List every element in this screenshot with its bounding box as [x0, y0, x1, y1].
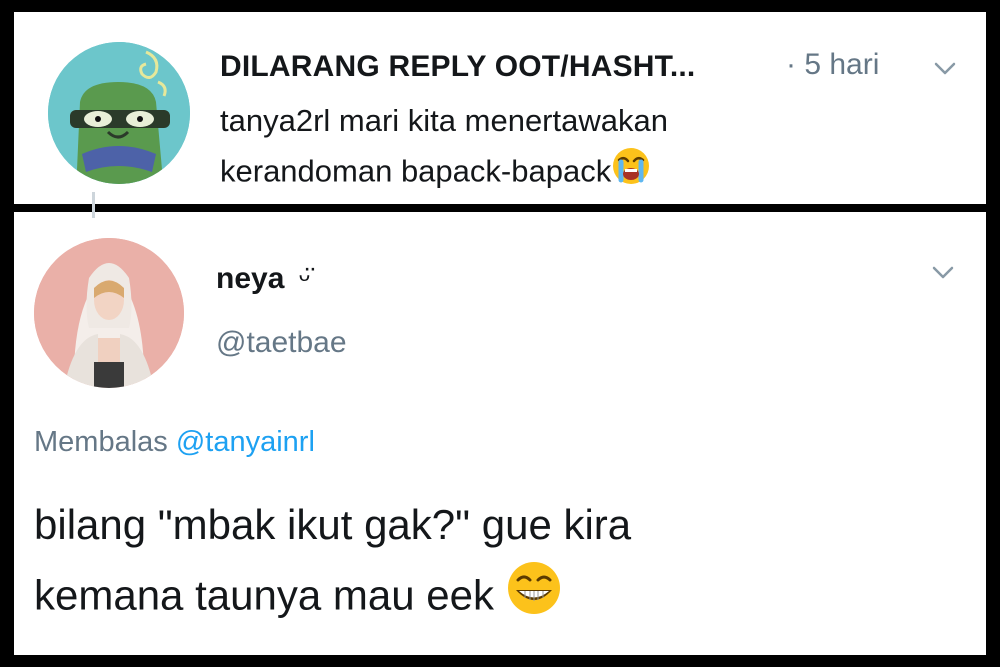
author-name-suffix: ᵕ̈ — [298, 262, 311, 295]
chevron-down-icon[interactable] — [932, 266, 954, 280]
replying-to: Membalas @tanyainrl — [34, 426, 315, 459]
loudly-crying-face-icon — [611, 146, 651, 201]
reply-tweet[interactable]: neya ᵕ̈ @taetbae Membalas @tanyainrl bil… — [14, 212, 986, 655]
tweet-text-line: tanya2rl mari kita menertawakan — [220, 103, 668, 138]
grinning-squinting-face-icon — [506, 560, 562, 637]
tweet-text-line-2: kemana taunya mau eek — [34, 571, 494, 619]
author-name[interactable]: DILARANG REPLY OOT/HASHT... — [220, 50, 695, 84]
author-handle[interactable]: @taetbae — [216, 326, 347, 360]
tweet-timestamp[interactable]: · 5 hari — [786, 48, 879, 82]
thread-connector-line — [92, 192, 95, 218]
tweet-text: tanya2rl mari kita menertawakan kerandom… — [220, 96, 960, 201]
tweet-text-line: bilang "mbak ikut gak?" gue kira — [34, 501, 632, 548]
tweet-text-line-2: kerandoman bapack-bapack — [220, 153, 612, 189]
avatar[interactable] — [48, 42, 190, 184]
tweet-text-line: kerandoman bapack-bapack — [220, 146, 960, 201]
tweet-text: bilang "mbak ikut gak?" gue kira kemana … — [34, 490, 954, 637]
author-name-text[interactable]: neya — [216, 262, 284, 295]
replying-to-label: Membalas — [34, 426, 168, 458]
avatar-image — [48, 42, 190, 184]
tweet-text-line: kemana taunya mau eek — [34, 560, 954, 637]
avatar-image — [34, 238, 184, 388]
chevron-down-icon[interactable] — [934, 62, 956, 76]
reply-mention-link[interactable]: @tanyainrl — [176, 426, 315, 458]
author-name[interactable]: neya ᵕ̈ — [216, 262, 310, 296]
avatar[interactable] — [34, 238, 184, 388]
parent-tweet[interactable]: DILARANG REPLY OOT/HASHT... · 5 hari tan… — [14, 12, 986, 204]
